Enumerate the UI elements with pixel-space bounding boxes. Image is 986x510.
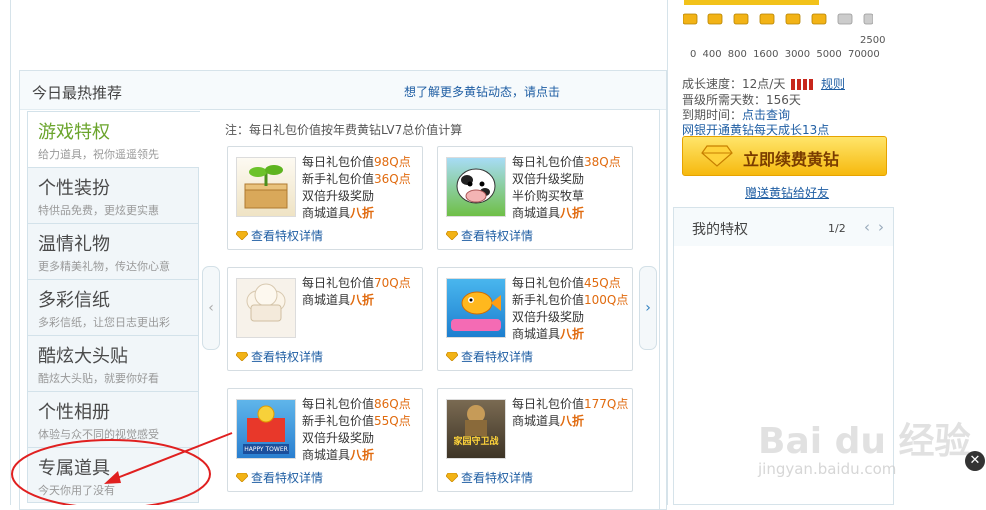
- red-circle-annotation: [11, 439, 211, 505]
- close-icon[interactable]: ✕: [965, 451, 985, 471]
- baidu-watermark-url: jingyan.baidu.com: [758, 460, 897, 478]
- baidu-watermark: Bai du 经验: [758, 421, 971, 462]
